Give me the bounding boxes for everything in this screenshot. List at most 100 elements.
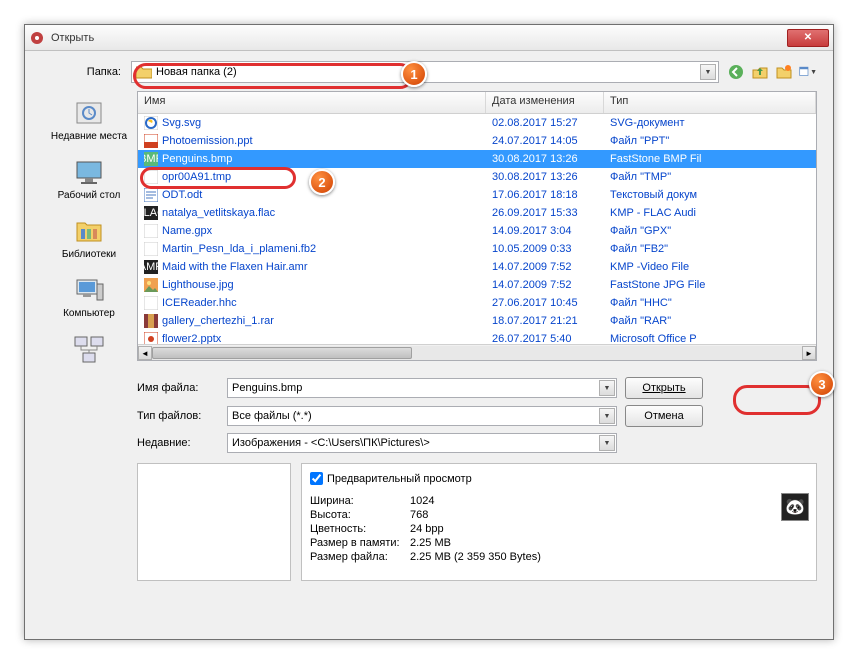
- file-row[interactable]: flower2.pptx 26.07.2017 5:40Microsoft Off…: [138, 330, 816, 344]
- file-name: opr00A91.tmp: [162, 171, 231, 183]
- filetype-value: Все файлы (*.*): [232, 410, 312, 422]
- file-row[interactable]: Svg.svg02.08.2017 15:27SVG-документ: [138, 114, 816, 132]
- file-row[interactable]: AMRMaid with the Flaxen Hair.amr14.07.20…: [138, 258, 816, 276]
- file-row[interactable]: FLACnatalya_vetlitskaya.flac26.09.2017 1…: [138, 204, 816, 222]
- file-row[interactable]: BMPPenguins.bmp30.08.2017 13:26FastStone…: [138, 150, 816, 168]
- up-icon[interactable]: [751, 63, 769, 81]
- file-type: Файл "TMP": [604, 171, 816, 183]
- window-title: Открыть: [51, 32, 787, 44]
- folder-value: Новая папка (2): [156, 66, 237, 78]
- file-name: ODT.odt: [162, 189, 202, 201]
- svg-text:BMP: BMP: [144, 153, 158, 165]
- file-row[interactable]: Photoemission.ppt24.07.2017 14:05Файл "P…: [138, 132, 816, 150]
- file-type: Файл "RAR": [604, 315, 816, 327]
- places-bar: Недавние места Рабочий стол Библиотеки К…: [41, 91, 137, 371]
- file-list: Имя Дата изменения Тип Svg.svg02.08.2017…: [137, 91, 817, 361]
- file-row[interactable]: opr00A91.tmp 30.08.2017 13:26Файл "TMP": [138, 168, 816, 186]
- folder-combo[interactable]: Новая папка (2) ▼: [131, 61, 719, 83]
- preview-checkbox[interactable]: [310, 472, 323, 485]
- preview-thumbnail: [137, 463, 291, 581]
- panda-icon: 🐼: [781, 493, 809, 521]
- file-date: 24.07.2017 14:05: [486, 135, 604, 147]
- chevron-down-icon: ▼: [705, 69, 712, 76]
- file-row[interactable]: Lighthouse.jpg14.07.2009 7:52FastStone J…: [138, 276, 816, 294]
- back-icon[interactable]: [727, 63, 745, 81]
- file-list-body[interactable]: Svg.svg02.08.2017 15:27SVG-документPhoto…: [138, 114, 816, 344]
- place-recent[interactable]: Недавние места: [49, 93, 129, 146]
- svg-text:AMR: AMR: [144, 261, 158, 273]
- file-date: 26.07.2017 5:40: [486, 333, 604, 344]
- scroll-left-arrow[interactable]: ◄: [138, 346, 152, 360]
- file-icon: [144, 332, 158, 344]
- file-icon: FLAC: [144, 206, 158, 220]
- file-icon: [144, 188, 158, 202]
- cancel-button[interactable]: Отмена: [625, 405, 703, 427]
- new-folder-icon[interactable]: [775, 63, 793, 81]
- view-menu-icon[interactable]: ▼: [799, 63, 817, 81]
- svg-text:FLAC: FLAC: [144, 207, 158, 219]
- place-computer[interactable]: Компьютер: [61, 270, 117, 323]
- recent-label: Недавние:: [137, 437, 227, 449]
- file-row[interactable]: Martin_Pesn_lda_i_plameni.fb210.05.2009 …: [138, 240, 816, 258]
- chevron-down-icon: ▼: [810, 69, 817, 76]
- place-libraries[interactable]: Библиотеки: [60, 211, 118, 264]
- file-date: 10.05.2009 0:33: [486, 243, 604, 255]
- recent-dropdown[interactable]: ▼: [599, 435, 615, 451]
- recent-value: Изображения - <C:\Users\ПК\Pictures\>: [232, 437, 430, 449]
- file-type: Microsoft Office P: [604, 333, 816, 344]
- file-date: 30.08.2017 13:26: [486, 171, 604, 183]
- file-name: Name.gpx: [162, 225, 212, 237]
- recent-places-icon: [73, 97, 105, 129]
- filetype-combo[interactable]: Все файлы (*.*) ▼: [227, 406, 617, 426]
- file-icon: [144, 170, 158, 184]
- chevron-down-icon: ▼: [604, 413, 611, 420]
- file-row[interactable]: ICEReader.hhc27.06.2017 10:45Файл "HHC": [138, 294, 816, 312]
- column-name[interactable]: Имя: [138, 92, 486, 113]
- app-icon: [29, 30, 45, 46]
- close-button[interactable]: ✕: [787, 29, 829, 47]
- preview-check-label: Предварительный просмотр: [327, 473, 472, 485]
- file-row[interactable]: Name.gpx 14.09.2017 3:04Файл "GPX": [138, 222, 816, 240]
- column-type[interactable]: Тип: [604, 92, 816, 113]
- filetype-label: Тип файлов:: [137, 410, 227, 422]
- filename-label: Имя файла:: [137, 382, 227, 394]
- filename-dropdown[interactable]: ▼: [599, 380, 615, 396]
- folder-dropdown-arrow[interactable]: ▼: [700, 64, 716, 80]
- column-date[interactable]: Дата изменения: [486, 92, 604, 113]
- file-name: Maid with the Flaxen Hair.amr: [162, 261, 308, 273]
- toolbar: ▼: [727, 63, 817, 81]
- file-date: 14.07.2009 7:52: [486, 279, 604, 291]
- chevron-down-icon: ▼: [604, 440, 611, 447]
- file-type: Файл "GPX": [604, 225, 816, 237]
- scrollbar-thumb[interactable]: [152, 347, 412, 359]
- file-icon: BMP: [144, 152, 158, 166]
- file-icon: [144, 278, 158, 292]
- open-dialog: Открыть ✕ Папка: Новая папка (2) ▼ ▼ Нед…: [24, 24, 834, 640]
- file-icon: AMR: [144, 260, 158, 274]
- file-date: 17.06.2017 18:18: [486, 189, 604, 201]
- file-list-header: Имя Дата изменения Тип: [138, 92, 816, 114]
- preview-info: Предварительный просмотр Ширина:1024 Выс…: [301, 463, 817, 581]
- file-type: SVG-документ: [604, 117, 816, 129]
- file-type: Файл "PPT": [604, 135, 816, 147]
- filename-combo[interactable]: Penguins.bmp ▼: [227, 378, 617, 398]
- file-row[interactable]: gallery_chertezhi_1.rar18.07.2017 21:21Ф…: [138, 312, 816, 330]
- file-icon: [144, 296, 158, 310]
- place-desktop[interactable]: Рабочий стол: [56, 152, 123, 205]
- network-icon: [73, 333, 105, 365]
- open-button[interactable]: Открыть: [625, 377, 703, 399]
- file-type: Файл "FB2": [604, 243, 816, 255]
- horizontal-scrollbar[interactable]: ◄ ►: [138, 344, 816, 360]
- file-name: flower2.pptx: [162, 333, 221, 344]
- file-icon: [144, 242, 158, 256]
- libraries-icon: [73, 215, 105, 247]
- scroll-right-arrow[interactable]: ►: [802, 346, 816, 360]
- file-date: 14.09.2017 3:04: [486, 225, 604, 237]
- recent-combo[interactable]: Изображения - <C:\Users\ПК\Pictures\> ▼: [227, 433, 617, 453]
- file-row[interactable]: ODT.odt17.06.2017 18:18Текстовый докум: [138, 186, 816, 204]
- filetype-dropdown[interactable]: ▼: [599, 408, 615, 424]
- file-name: ICEReader.hhc: [162, 297, 237, 309]
- titlebar[interactable]: Открыть ✕: [25, 25, 833, 51]
- file-type: FastStone BMP Fil: [604, 153, 816, 165]
- place-network[interactable]: [71, 329, 107, 371]
